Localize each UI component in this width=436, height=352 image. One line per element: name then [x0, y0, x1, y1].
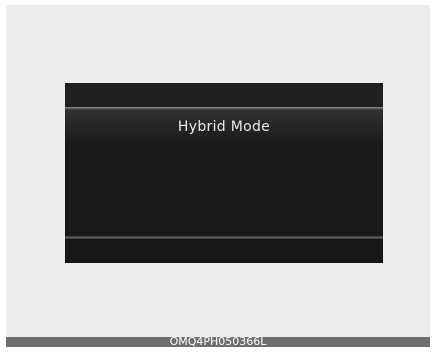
cluster-display: Hybrid Mode — [65, 83, 383, 263]
display-top-bar — [65, 83, 383, 107]
display-message-title: Hybrid Mode — [177, 119, 271, 135]
caption-bar: OMQ4PH050366L — [6, 335, 430, 348]
illustration-frame: Hybrid Mode OMQ4PH050366L — [6, 5, 430, 348]
figure-code: OMQ4PH050366L — [169, 335, 267, 348]
display-bottom-bar — [65, 239, 383, 263]
